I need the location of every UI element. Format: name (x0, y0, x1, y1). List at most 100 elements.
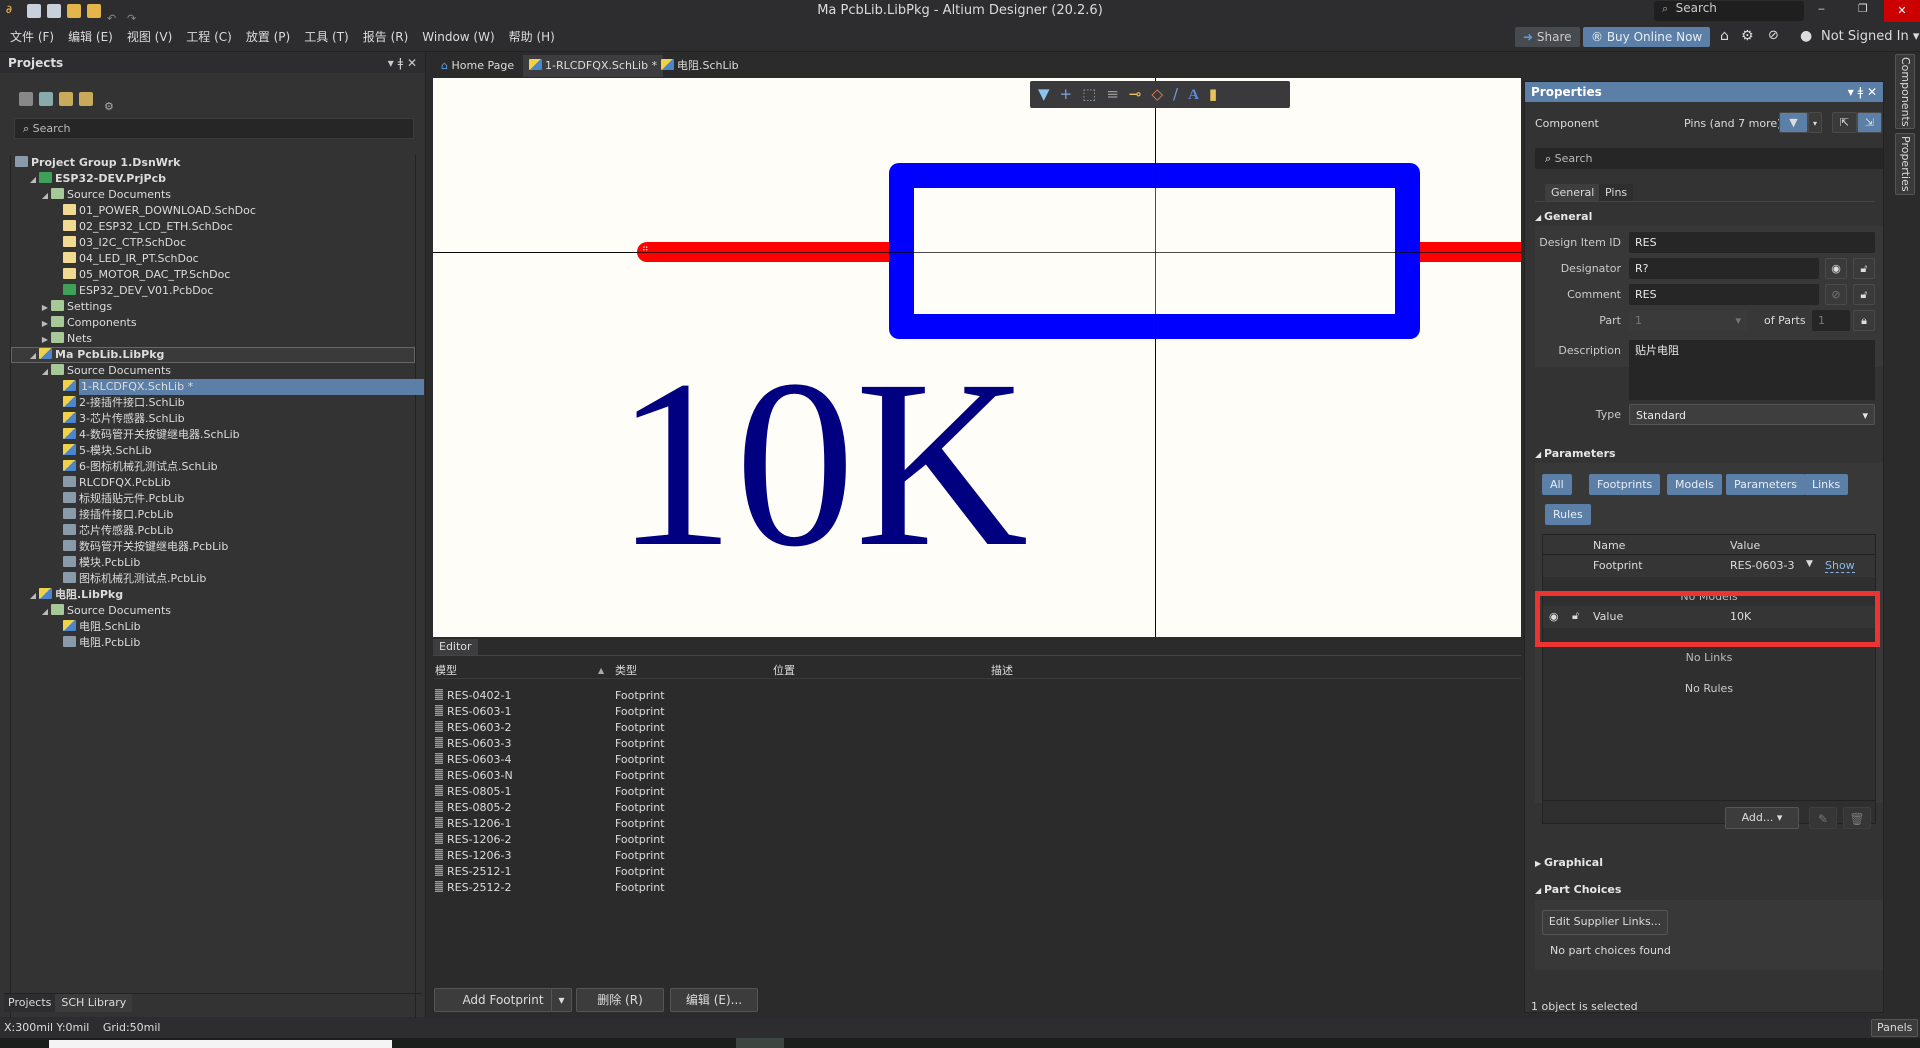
edit-parameter-button[interactable]: ✎ (1809, 807, 1837, 829)
design-item-id-field[interactable]: RES (1629, 232, 1875, 253)
tree-item[interactable]: Project Group 1.DsnWrk (11, 155, 415, 171)
pin-icon[interactable]: ǂ (398, 56, 404, 70)
footprint-value[interactable]: RES-0603-3 (1730, 559, 1795, 572)
menu-file[interactable]: 文件 (F) (3, 22, 61, 52)
tree-item[interactable]: 05_MOTOR_DAC_TP.SchDoc (11, 267, 415, 283)
footprint-row[interactable]: RES-1206-2 Footprint (435, 832, 1335, 848)
collapse-icon[interactable]: ◢ (27, 588, 39, 604)
side-tab-properties[interactable]: Properties (1895, 133, 1915, 195)
footprint-row[interactable]: RES-0603-N Footprint (435, 768, 1335, 784)
restore-button[interactable]: ❐ (1858, 2, 1868, 15)
tree-item[interactable]: 3-芯片传感器.SchLib (11, 411, 415, 427)
add-folder-icon[interactable] (79, 92, 93, 106)
expand-icon[interactable]: ▶ (39, 332, 51, 348)
collapse-icon[interactable]: ◢ (27, 348, 39, 364)
close-button[interactable]: ✕ (1884, 0, 1920, 22)
footprint-row[interactable]: RES-0402-1 Footprint (435, 688, 1335, 704)
close-icon[interactable]: ✕ (407, 56, 417, 70)
description-field[interactable]: 贴片电阻 (1629, 340, 1875, 400)
filter-models[interactable]: Models (1667, 474, 1722, 495)
menu-place[interactable]: 放置 (P) (239, 22, 297, 52)
footprint-row[interactable]: RES-0603-3 Footprint (435, 736, 1335, 752)
footprint-row[interactable]: RES-2512-2 Footprint (435, 880, 1335, 896)
panel-menu-icon[interactable]: ▾ (388, 56, 394, 70)
section-part-choices[interactable]: ◢ Part Choices (1535, 883, 1621, 896)
filter-icon[interactable]: ▼ (1038, 85, 1060, 103)
select-next-button[interactable]: ⇲ (1857, 112, 1882, 133)
section-graphical[interactable]: ▶ Graphical (1535, 856, 1603, 869)
place-line-icon[interactable]: / (1173, 85, 1188, 103)
expand-icon[interactable]: ▶ (39, 300, 51, 316)
menu-help[interactable]: 帮助 (H) (502, 22, 562, 52)
tree-item[interactable]: 2-接插件接口.SchLib (11, 395, 415, 411)
minimize-button[interactable]: ‒ (1818, 2, 1825, 15)
tab-general[interactable]: General (1545, 184, 1601, 201)
user-menu[interactable]: Not Signed In ▾ (1821, 29, 1919, 44)
properties-search-input[interactable]: ⌕ Search (1535, 148, 1883, 169)
collapse-icon[interactable]: ◢ (39, 188, 51, 204)
tree-item[interactable]: 电阻.SchLib (11, 619, 415, 635)
filter-rules[interactable]: Rules (1545, 504, 1591, 525)
chevron-down-icon[interactable]: ▼ (1806, 559, 1813, 569)
tree-item[interactable]: 02_ESP32_LCD_ETH.SchDoc (11, 219, 415, 235)
menu-project[interactable]: 工程 (C) (179, 22, 239, 52)
global-search[interactable]: ⌕ Search (1654, 1, 1804, 21)
notifications-off-icon[interactable]: ⊘ (1768, 28, 1779, 43)
footprint-row[interactable]: RES-2512-1 Footprint (435, 864, 1335, 880)
place-ieee-icon[interactable]: ◇ (1151, 85, 1173, 103)
place-pin-icon[interactable]: ⊸ (1129, 85, 1152, 103)
place-text-icon[interactable]: A (1188, 87, 1209, 103)
filter-links[interactable]: Links (1804, 474, 1849, 495)
tree-item[interactable]: ▶ Components (11, 315, 415, 331)
tree-item[interactable]: 04_LED_IR_PT.SchDoc (11, 251, 415, 267)
delete-parameter-button[interactable]: 🗑︎ (1843, 807, 1871, 829)
tree-item[interactable]: ESP32_DEV_V01.PcbDoc (11, 283, 415, 299)
resistor-body-rectangle[interactable] (889, 163, 1420, 339)
footprint-row[interactable]: RES-1206-1 Footprint (435, 816, 1335, 832)
close-icon[interactable]: ✕ (1867, 85, 1877, 99)
tab-resistor-schlib[interactable]: 电阻.SchLib (655, 55, 745, 77)
filter-all[interactable]: All (1542, 474, 1572, 495)
collapse-icon[interactable]: ◢ (39, 604, 51, 620)
section-general[interactable]: ◢ General (1535, 210, 1592, 223)
select-overlapped-button[interactable]: ⇱ (1832, 112, 1857, 133)
filter-dropdown[interactable]: ▾ (1808, 112, 1822, 133)
add-parameter-button[interactable]: Add... ▾ (1725, 807, 1799, 829)
tree-item[interactable]: 电阻.PcbLib (11, 635, 415, 651)
select-icon[interactable]: ⬚ (1082, 85, 1106, 103)
section-parameters[interactable]: ◢ Parameters (1535, 447, 1616, 460)
tree-item[interactable]: ▶ Nets (11, 331, 415, 347)
footprint-row[interactable]: RES-0603-4 Footprint (435, 752, 1335, 768)
collapse-icon[interactable]: ◢ (27, 172, 39, 188)
schematic-canvas[interactable]: ⠶ 10K ▼+⬚≡⊸◇/A▮ (433, 78, 1521, 637)
show-footprint-link[interactable]: Show (1825, 559, 1855, 573)
tree-item[interactable]: ▶ Settings (11, 299, 415, 315)
tree-item[interactable]: 1-RLCDFQX.SchLib * (11, 379, 424, 395)
tab-sch-library[interactable]: SCH Library (55, 994, 133, 1012)
open-folder-icon[interactable] (59, 92, 73, 106)
tree-item[interactable]: ◢ ESP32-DEV.PrjPcb (11, 171, 415, 187)
collapse-icon[interactable]: ◢ (39, 364, 51, 380)
tab-pins[interactable]: Pins (1599, 184, 1634, 201)
edit-button[interactable]: 编辑 (E)... (670, 988, 758, 1012)
move-icon[interactable]: + (1060, 85, 1083, 103)
menu-edit[interactable]: 编辑 (E) (61, 22, 120, 52)
panels-button[interactable]: Panels (1871, 1019, 1919, 1037)
save-project-icon[interactable] (19, 92, 33, 106)
col-type[interactable]: 类型 (615, 663, 637, 679)
type-select[interactable]: Standard ▾ (1629, 404, 1875, 425)
footprint-row[interactable]: RES-0603-1 Footprint (435, 704, 1335, 720)
tree-item[interactable]: 数码管开关按键继电器.PcbLib (11, 539, 415, 555)
compile-icon[interactable] (39, 92, 53, 106)
tree-item[interactable]: ◢ Source Documents (11, 187, 415, 203)
tab-rlcdfqx-schlib[interactable]: 1-RLCDFQX.SchLib * (523, 55, 664, 77)
expand-icon[interactable]: ▶ (39, 316, 51, 332)
delete-button[interactable]: 删除 (R) (576, 988, 664, 1012)
menu-view[interactable]: 视图 (V) (120, 22, 179, 52)
menu-reports[interactable]: 报告 (R) (356, 22, 416, 52)
pin-icon[interactable]: ǂ (1858, 85, 1864, 99)
settings-icon[interactable]: ⚙ (104, 100, 118, 114)
filter-button[interactable]: ▼ (1779, 112, 1808, 133)
col-description[interactable]: 描述 (991, 663, 1013, 679)
tree-item[interactable]: 5-模块.SchLib (11, 443, 415, 459)
